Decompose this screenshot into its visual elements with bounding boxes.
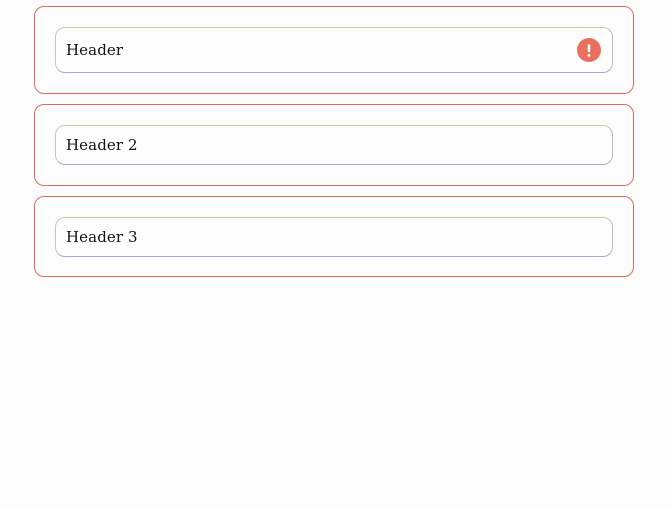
section-card-1: Header bbox=[34, 6, 634, 94]
header-field-1-text: Header bbox=[66, 41, 124, 59]
header-field-2[interactable]: Header 2 bbox=[55, 125, 613, 165]
header-field-2-text: Header 2 bbox=[66, 136, 138, 154]
header-field-3[interactable]: Header 3 bbox=[55, 217, 613, 257]
warning-icon[interactable] bbox=[577, 38, 601, 62]
section-stack: Header Header 2 Header 3 bbox=[34, 6, 634, 277]
section-card-3: Header 3 bbox=[34, 196, 634, 277]
header-field-1[interactable]: Header bbox=[55, 27, 613, 73]
section-card-2: Header 2 bbox=[34, 104, 634, 186]
header-field-3-text: Header 3 bbox=[66, 228, 138, 246]
